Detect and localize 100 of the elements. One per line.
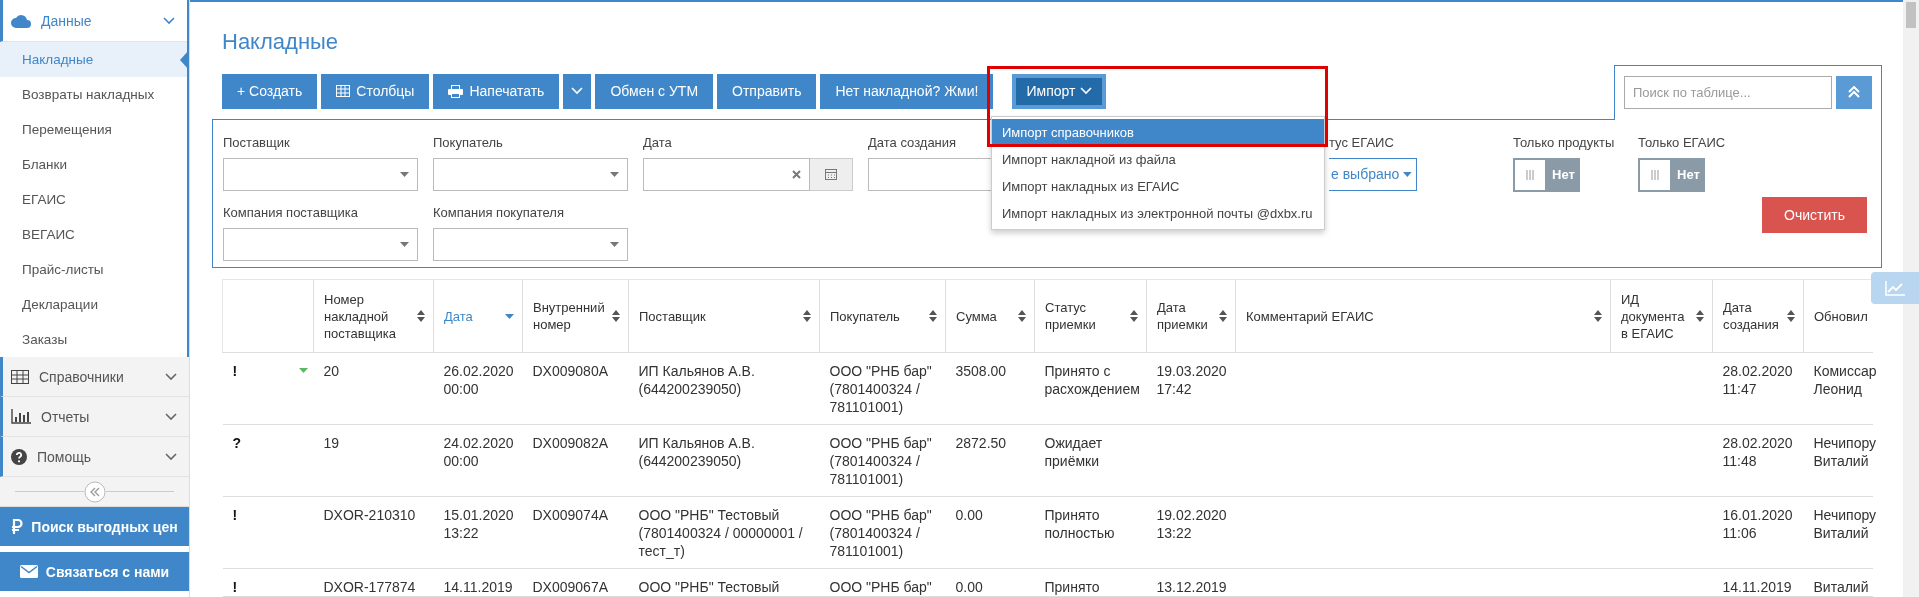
sidebar-item[interactable]: Бланки: [0, 147, 187, 182]
section-label: Отчеты: [41, 408, 91, 425]
column-header[interactable]: ИД документа в ЕГАИС: [1610, 279, 1713, 353]
scrollbar[interactable]: [1903, 0, 1919, 597]
toolbar-button[interactable]: Отправить: [717, 73, 817, 109]
sidebar-button[interactable]: Поиск выгодных цен: [0, 507, 189, 546]
table-cell: 0.00: [945, 568, 1035, 597]
filter-label: Только ЕГАИС: [1638, 133, 1726, 152]
table-cell: 3508.00: [945, 352, 1035, 425]
date-field[interactable]: [643, 157, 810, 191]
import-menu-button[interactable]: Импорт: [1012, 73, 1107, 109]
print-icon: [448, 84, 464, 98]
table-cell: 19.03.2020 17:42: [1146, 352, 1236, 425]
column-header[interactable]: Номер накладной поставщика: [313, 279, 434, 353]
sidebar-section-header[interactable]: Справочники: [0, 357, 189, 397]
table-cell: ?: [232, 434, 242, 452]
collapse-icon[interactable]: [83, 480, 106, 503]
table-cell: 16.01.2020 11:06: [1712, 496, 1804, 569]
dropdown-arrow-icon: [610, 171, 619, 177]
table-cell: 14.11.2019: [433, 568, 523, 597]
page-title: Накладные: [222, 28, 339, 56]
table-cell: 19.02.2020 13:22: [1146, 496, 1236, 569]
table-cell: 0.00: [945, 496, 1035, 569]
column-header[interactable]: Дата создания: [1712, 279, 1804, 353]
toolbar-button[interactable]: Обмен с УТМ: [595, 73, 714, 109]
table-cell: ООО "РНБ бар" (7801400324 / 781101001): [819, 352, 946, 425]
menu-item[interactable]: Импорт накладных из электронной почты @dxbx.ru: [992, 200, 1324, 227]
sidebar-button[interactable]: Связаться с нами: [0, 552, 189, 591]
sidebar-item[interactable]: Декларации: [0, 287, 187, 322]
filter-label: Покупатель: [433, 133, 503, 152]
chevron-down-icon: [571, 87, 584, 96]
expand-triangle-icon[interactable]: [298, 368, 308, 373]
menu-item[interactable]: Импорт справочников: [992, 119, 1324, 146]
column-header[interactable]: Сумма: [945, 279, 1035, 353]
chevron-down-icon: [165, 452, 177, 461]
sort-icon: [1018, 310, 1026, 322]
dropdown-arrow-icon: [610, 241, 619, 247]
sidebar-item[interactable]: Возвраты накладных: [0, 77, 187, 112]
column-header[interactable]: Статус приемки: [1034, 279, 1147, 353]
column-header[interactable]: Комментарий ЕГАИС: [1235, 279, 1611, 353]
clear-icon[interactable]: [792, 169, 801, 179]
table-cell: DX009082A: [522, 424, 629, 497]
dropdown-arrow-icon: [400, 171, 409, 177]
table-cell: 28.02.2020 11:48: [1712, 424, 1804, 497]
calendar-icon: [825, 168, 837, 181]
sidebar-item[interactable]: ЕГАИС: [0, 182, 187, 217]
menu-item[interactable]: Импорт накладных из ЕГАИС: [992, 173, 1324, 200]
chart-button[interactable]: [1871, 272, 1919, 304]
column-header[interactable]: Покупатель: [819, 279, 946, 353]
table-cell: Виталий: [1803, 568, 1873, 597]
sidebar-item[interactable]: Перемещения: [0, 112, 187, 147]
toolbar-button[interactable]: Столбцы: [321, 73, 430, 109]
cloud-icon: [11, 13, 31, 28]
clear-button[interactable]: Очистить: [1762, 196, 1867, 233]
select-field[interactable]: [223, 227, 418, 261]
sort-icon: [417, 310, 425, 322]
sort-icon: [803, 310, 811, 322]
table-cell: Принято полностью: [1034, 496, 1147, 569]
chevron-down-icon: [165, 412, 177, 421]
sidebar-item[interactable]: Прайс-листы: [0, 252, 187, 287]
ruble-icon: [11, 519, 24, 534]
collapse-filters-button[interactable]: [1836, 75, 1872, 109]
dropdown-arrow-icon: [400, 241, 409, 247]
chevron-down-icon: [1080, 87, 1093, 96]
table-cell: ИП Кальянов А.В. (644200239050): [628, 424, 820, 497]
section-label: Справочники: [39, 368, 125, 385]
table-cell: DX009074A: [522, 496, 629, 569]
sort-desc-icon: [505, 313, 514, 319]
sort-icon: [929, 310, 937, 322]
toolbar-button[interactable]: Напечатать: [433, 73, 560, 109]
table-cell: Ожидает приёмки: [1034, 424, 1147, 497]
select-field[interactable]: [433, 157, 628, 191]
sidebar-item[interactable]: Заказы: [0, 322, 187, 357]
table-cell: ООО "РНБ" Тестовый (7801400324 / 00000001 / тест_т): [628, 496, 820, 569]
grid-icon: [336, 85, 351, 98]
sidebar-section-header[interactable]: Помощь: [0, 437, 189, 477]
column-header[interactable]: Дата приемки: [1146, 279, 1236, 353]
calendar-button[interactable]: [810, 157, 853, 191]
select-field[interactable]: [433, 227, 628, 261]
search-field[interactable]: Поиск по таблице...: [1624, 75, 1832, 109]
help-icon: [11, 448, 27, 465]
menu-item[interactable]: Импорт накладной из файла: [992, 146, 1324, 173]
column-header[interactable]: Дата: [433, 279, 523, 353]
line-chart-icon: [1885, 280, 1905, 296]
sidebar-item[interactable]: ВЕГАИС: [0, 217, 187, 252]
column-header[interactable]: Внутренний номер: [522, 279, 629, 353]
filter-label: Поставщик: [223, 133, 290, 152]
dropdown-toggle-button[interactable]: [563, 73, 592, 109]
sort-icon: [612, 310, 620, 322]
select-field[interactable]: [223, 157, 418, 191]
table-cell: Принято: [1034, 568, 1147, 597]
sidebar-section-header[interactable]: Данные: [0, 0, 187, 42]
toolbar-button[interactable]: + Создать: [222, 73, 318, 109]
toolbar-button[interactable]: Нет накладной? Жми!: [820, 73, 994, 109]
column-header[interactable]: Поставщик: [628, 279, 820, 353]
table-cell: 15.01.2020 13:22: [433, 496, 523, 569]
grip-icon: [1526, 169, 1534, 180]
status-select[interactable]: е выбрано: [1329, 157, 1417, 191]
sidebar-section-header[interactable]: Отчеты: [0, 397, 189, 437]
table-cell: 28.02.2020 11:47: [1712, 352, 1804, 425]
